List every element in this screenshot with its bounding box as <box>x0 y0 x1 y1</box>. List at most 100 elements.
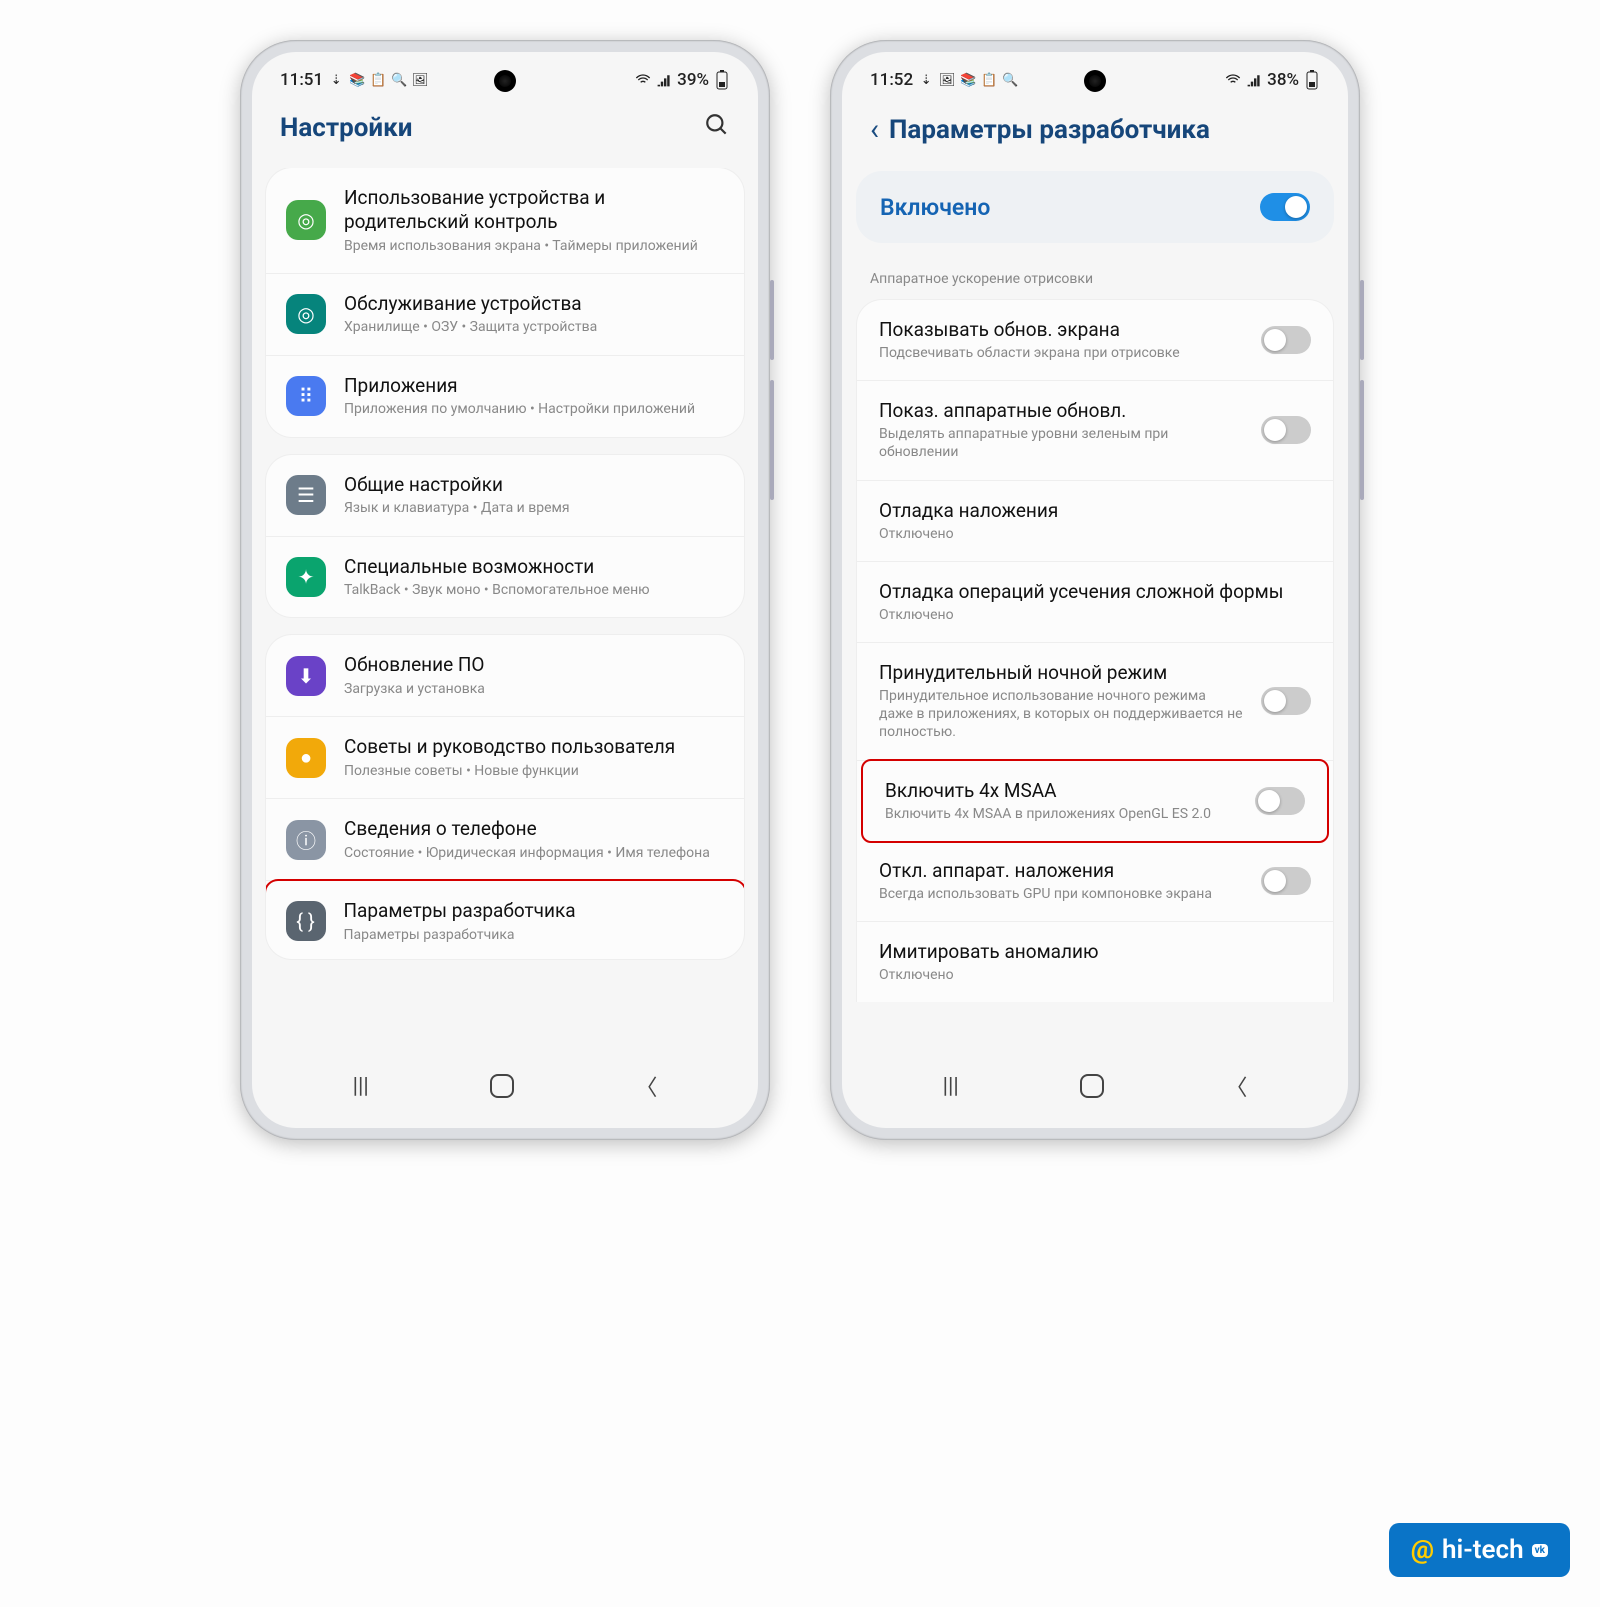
status-right: 39% <box>635 70 730 90</box>
settings-row[interactable]: ⠿ Приложения Приложения по умолчанию • Нас… <box>266 356 744 437</box>
battery-percent: 38% <box>1267 70 1299 90</box>
settings-row[interactable]: ◎Использование устройства и родительский… <box>266 168 744 274</box>
settings-row-sub: Параметры разработчика <box>344 926 725 944</box>
dev-option-text: Имитировать аномалиюОтключено <box>879 940 1311 984</box>
power-button[interactable] <box>770 280 774 360</box>
dev-option-title: Отладка наложения <box>879 499 1307 522</box>
status-left: 11:52 ⇣ 🖼 📚 📋 🔍 <box>870 70 1018 90</box>
settings-row-icon: ⬇ <box>286 656 326 696</box>
dev-option-title: Откл. аппарат. наложения <box>879 859 1243 882</box>
settings-row-text: Параметры разработчика Параметры разработ… <box>344 899 725 944</box>
dev-option-row[interactable]: Отладка наложения Отключено <box>857 481 1333 562</box>
settings-row-icon: ◎ <box>286 294 326 334</box>
dev-option-sub: Подсвечивать области экрана при отрисовк… <box>879 344 1243 362</box>
status-icon: ⇣ <box>918 72 934 88</box>
settings-row-icon: ● <box>286 738 326 778</box>
nav-home[interactable] <box>1080 1074 1104 1098</box>
dev-option-title: Принудительный ночной режим <box>879 661 1243 684</box>
settings-list[interactable]: ◎Использование устройства и родительский… <box>252 168 758 1050</box>
status-time: 11:51 <box>280 70 323 90</box>
dev-option-sub: Выделять аппаратные уровни зеленым при о… <box>879 425 1243 461</box>
dev-option-title: Показ. аппаратные обновл. <box>879 399 1243 422</box>
settings-row-icon: ✦ <box>286 557 326 597</box>
dev-option-row[interactable]: Откл. аппарат. наложения Всегда использов… <box>857 841 1333 922</box>
settings-row-title: Параметры разработчика <box>344 899 725 923</box>
settings-row-text: Общие настройкиЯзык и клавиатура • Дата … <box>344 473 724 518</box>
settings-row-icon: ⓘ <box>286 820 326 860</box>
settings-row[interactable]: ✦Специальные возможностиTalkBack • Звук … <box>266 537 744 618</box>
dev-option-text: Включить 4x MSAA Включить 4x MSAA в прило… <box>885 779 1241 823</box>
dev-option-sub: Отключено <box>879 525 1307 543</box>
settings-row-sub: Загрузка и установка <box>344 680 724 698</box>
settings-row-title: Советы и руководство пользователя <box>344 735 724 759</box>
status-right: 38% <box>1225 70 1320 90</box>
dev-option-toggle[interactable] <box>1261 867 1311 895</box>
back-icon[interactable]: ‹ <box>870 112 879 147</box>
settings-row-text: Советы и руководство пользователяПолезны… <box>344 735 724 780</box>
settings-row-sub: Приложения по умолчанию • Настройки прил… <box>344 400 724 418</box>
nav-recent[interactable]: ||| <box>943 1074 959 1099</box>
dev-option-toggle[interactable] <box>1261 416 1311 444</box>
dev-option-row[interactable]: Имитировать аномалиюОтключено <box>857 922 1333 1002</box>
battery-percent: 39% <box>677 70 709 90</box>
dev-option-row[interactable]: Показывать обнов. экранаПодсвечивать обл… <box>857 300 1333 381</box>
dev-option-row[interactable]: Принудительный ночной режим Принудительно… <box>857 643 1333 761</box>
settings-row-sub: Хранилище • ОЗУ • Защита устройства <box>344 318 724 336</box>
nav-home[interactable] <box>490 1074 514 1098</box>
front-camera <box>1084 70 1106 92</box>
nav-back[interactable]: 〈 <box>635 1070 657 1102</box>
settings-row-text: Обновление ПОЗагрузка и установка <box>344 653 724 698</box>
watermark: @hi-techvk <box>1389 1523 1570 1577</box>
settings-row-icon: ☰ <box>286 475 326 515</box>
settings-row-sub: Язык и клавиатура • Дата и время <box>344 499 724 517</box>
settings-row[interactable]: ● Советы и руководство пользователяПолезн… <box>266 717 744 799</box>
settings-row-title: Приложения <box>344 374 724 398</box>
settings-row-text: Обслуживание устройстваХранилище • ОЗУ •… <box>344 292 724 337</box>
section-title: Аппаратное ускорение отрисовки <box>856 263 1334 299</box>
settings-row[interactable]: ◎ Обслуживание устройстваХранилище • ОЗУ … <box>266 274 744 356</box>
status-icon: 🖼 <box>939 72 955 88</box>
settings-row-sub: Состояние • Юридическая информация • Имя… <box>344 844 724 862</box>
dev-option-sub: Всегда использовать GPU при компоновке э… <box>879 885 1243 903</box>
power-button[interactable] <box>1360 280 1364 360</box>
master-toggle[interactable] <box>1260 193 1310 221</box>
dev-option-sub: Включить 4x MSAA в приложениях OpenGL ES… <box>885 805 1237 823</box>
wifi-icon <box>1225 72 1241 88</box>
nav-recent[interactable]: ||| <box>353 1074 369 1099</box>
dev-option-toggle[interactable] <box>1255 787 1305 815</box>
dev-option-row[interactable]: Показ. аппаратные обновл. Выделять аппара… <box>857 381 1333 480</box>
settings-row-icon: ◎ <box>286 200 326 240</box>
settings-group: ⬇ Обновление ПОЗагрузка и установка ● Совет… <box>266 635 744 959</box>
dev-option-row[interactable]: Отладка операций усечения сложной формыО… <box>857 562 1333 643</box>
settings-group: ◎Использование устройства и родительский… <box>266 168 744 437</box>
dev-option-text: Отладка наложения Отключено <box>879 499 1311 543</box>
dev-option-title: Включить 4x MSAA <box>885 779 1237 802</box>
settings-row-icon: { } <box>286 901 326 941</box>
settings-row[interactable]: ⓘСведения о телефонеСостояние • Юридичес… <box>266 799 744 881</box>
settings-group: ☰ Общие настройкиЯзык и клавиатура • Дата… <box>266 455 744 618</box>
dev-option-text: Отладка операций усечения сложной формыО… <box>879 580 1311 624</box>
dev-options-content[interactable]: Включено Аппаратное ускорение отрисовки … <box>842 171 1348 1050</box>
settings-row-icon: ⠿ <box>286 376 326 416</box>
phone-frame-left: 11:51 ⇣ 📚 📋 🔍 🖼 39% Нас <box>240 40 770 1140</box>
dev-option-row[interactable]: Включить 4x MSAA Включить 4x MSAA в прило… <box>861 759 1329 843</box>
settings-row[interactable]: { }Параметры разработчикаПараметры разра… <box>266 879 744 959</box>
volume-button[interactable] <box>1360 380 1364 500</box>
status-icon: 🖼 <box>412 72 428 88</box>
dev-option-sub: Отключено <box>879 606 1307 624</box>
dev-option-sub: Принудительное использование ночного реж… <box>879 687 1243 742</box>
master-toggle-row[interactable]: Включено <box>856 171 1334 243</box>
settings-row[interactable]: ☰ Общие настройкиЯзык и клавиатура • Дата… <box>266 455 744 537</box>
nav-back[interactable]: 〈 <box>1225 1070 1247 1102</box>
battery-icon <box>1304 72 1320 88</box>
status-icon: 🔍 <box>1002 72 1018 88</box>
volume-button[interactable] <box>770 380 774 500</box>
dev-option-toggle[interactable] <box>1261 687 1311 715</box>
settings-row-sub: Время использования экрана • Таймеры при… <box>344 237 724 255</box>
search-icon[interactable] <box>704 112 730 144</box>
page-header: Настройки <box>252 96 758 168</box>
dev-option-text: Принудительный ночной режим Принудительно… <box>879 661 1247 742</box>
settings-row[interactable]: ⬇ Обновление ПОЗагрузка и установка <box>266 635 744 717</box>
status-icon: 📋 <box>370 72 386 88</box>
dev-option-toggle[interactable] <box>1261 326 1311 354</box>
